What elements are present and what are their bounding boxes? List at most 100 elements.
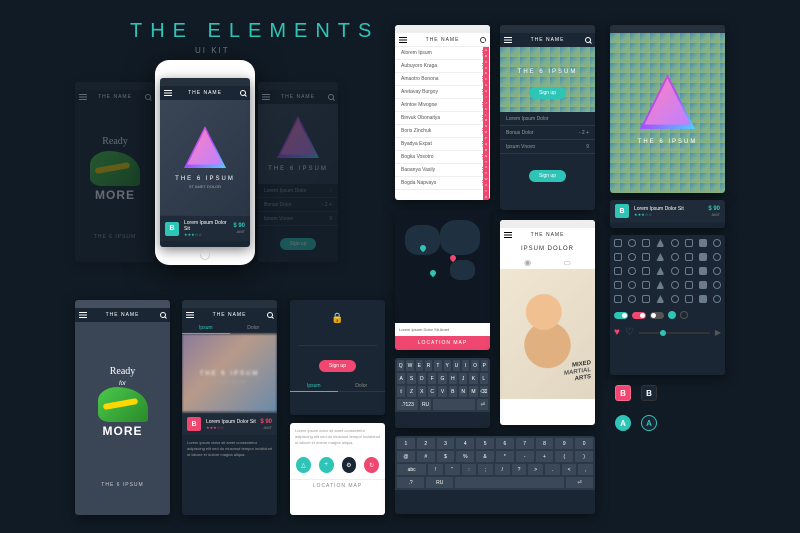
search-icon[interactable] [240, 90, 246, 96]
alpha-index[interactable]: ABCDEFGHIJKLMNOPQRSTUVWXYZ [483, 47, 489, 200]
keyboard-key[interactable]: 2 [417, 438, 435, 449]
play-icon[interactable]: ▶ [715, 328, 721, 337]
keyboard-key[interactable]: J [459, 373, 467, 384]
keyboard-key[interactable]: * [496, 451, 514, 462]
contact-item[interactable]: Baoanya Vasily [395, 164, 490, 177]
form-row[interactable]: Ipsum Vnovo9 [500, 140, 595, 154]
keyboard-key[interactable]: ( [555, 451, 573, 462]
keyboard-key[interactable]: $ [437, 451, 455, 462]
keyboard-key[interactable]: S [407, 373, 415, 384]
keyboard-key[interactable]: T [434, 360, 441, 371]
keyboard-key[interactable]: - [516, 451, 534, 462]
location-map-button[interactable]: LOCATION MAP [395, 336, 490, 350]
contact-item[interactable]: Aubuyoro Kraga [395, 60, 490, 73]
toggle[interactable] [614, 312, 628, 319]
menu-icon[interactable] [186, 312, 194, 318]
keyboard-key[interactable]: .? [397, 477, 424, 488]
keyboard-key[interactable]: 8 [536, 438, 554, 449]
keyboard-key[interactable]: : [462, 464, 477, 475]
keyboard-key[interactable] [455, 477, 564, 488]
keyboard-key[interactable]: # [417, 451, 435, 462]
keyboard-key[interactable]: A [397, 373, 405, 384]
toggle[interactable] [650, 312, 664, 319]
keyboard-key[interactable]: @ [397, 451, 415, 462]
signup-button[interactable]: Sign up [280, 238, 317, 250]
action-dot[interactable]: ⚙ [342, 457, 357, 473]
keyboard-key[interactable]: 1 [397, 438, 415, 449]
keyboard-key[interactable]: % [456, 451, 474, 462]
form-row[interactable]: Lorem Ipsum Dolor› [258, 184, 338, 198]
keyboard-key[interactable]: L [480, 373, 488, 384]
keyboard-key[interactable]: D [418, 373, 426, 384]
map-pin[interactable] [429, 269, 437, 277]
keyboard-key[interactable]: Y [444, 360, 451, 371]
keyboard-key[interactable]: RU [420, 399, 431, 410]
keyboard-key[interactable]: X [418, 386, 426, 397]
keyboard-key[interactable]: P [481, 360, 488, 371]
keyboard-key[interactable]: E [416, 360, 423, 371]
signup-button[interactable]: Sign up [529, 87, 566, 99]
keyboard-key[interactable]: U [453, 360, 460, 371]
keyboard-key[interactable]: < [562, 464, 577, 475]
keyboard-key[interactable]: 9 [555, 438, 573, 449]
keyboard-key[interactable]: 4 [456, 438, 474, 449]
slider[interactable] [639, 332, 710, 334]
contact-item[interactable]: Bogka Vosotro [395, 151, 490, 164]
contact-item[interactable]: Byadya Expat [395, 138, 490, 151]
heart-icon[interactable]: ♡ [625, 327, 634, 338]
keyboard-key[interactable]: & [476, 451, 494, 462]
keyboard-key[interactable]: + [536, 451, 554, 462]
keyboard-key[interactable]: ; [478, 464, 493, 475]
keyboard-key[interactable]: K [469, 373, 477, 384]
keyboard-key[interactable]: Q [397, 360, 404, 371]
tab[interactable]: Dolor [230, 322, 278, 334]
keyboard-key[interactable]: Z [407, 386, 415, 397]
keyboard-key[interactable]: V [438, 386, 446, 397]
keyboard-key[interactable]: I [462, 360, 469, 371]
signup-button[interactable]: Sign up [319, 360, 356, 372]
contact-item[interactable]: Alorem Ipsum [395, 47, 490, 60]
radio-off[interactable] [680, 311, 688, 319]
radio-on[interactable] [668, 311, 676, 319]
keyboard-key[interactable]: , [578, 464, 593, 475]
tab[interactable]: Ipsum [290, 380, 338, 392]
keyboard-key[interactable] [433, 399, 476, 410]
contact-item[interactable]: Bogda Napvays [395, 177, 490, 190]
home-button[interactable] [200, 250, 210, 260]
toggle[interactable] [632, 312, 646, 319]
tab[interactable]: Ipsum [182, 322, 230, 334]
keyboard-key[interactable]: .?123 [397, 399, 418, 410]
keyboard-key[interactable]: M [469, 386, 477, 397]
form-row[interactable]: Lorem Ipsum Dolor [500, 112, 595, 126]
menu-icon[interactable] [504, 232, 512, 238]
camera-icon[interactable]: ◉ [524, 258, 531, 267]
menu-icon[interactable] [262, 94, 270, 100]
action-dot[interactable]: + [319, 457, 334, 473]
menu-icon[interactable] [79, 94, 87, 100]
search-icon[interactable] [585, 37, 591, 43]
search-icon[interactable] [160, 312, 166, 318]
form-row[interactable]: Bonus Dolor- 2 + [258, 198, 338, 212]
menu-icon[interactable] [79, 312, 87, 318]
keyboard-key[interactable]: G [438, 373, 446, 384]
keyboard-key[interactable]: 6 [496, 438, 514, 449]
form-row[interactable]: Ipsum Vnovo9 [258, 212, 338, 226]
keyboard-key[interactable]: ? [512, 464, 527, 475]
keyboard-key[interactable]: ) [575, 451, 593, 462]
menu-icon[interactable] [164, 90, 172, 96]
keyboard-key[interactable]: F [428, 373, 436, 384]
contact-item[interactable]: Arintoe Mivogoe [395, 99, 490, 112]
search-icon[interactable] [145, 94, 151, 100]
keyboard-key[interactable]: " [445, 464, 460, 475]
keyboard-key[interactable]: ⇧ [397, 386, 405, 397]
contact-item[interactable]: Binvuk Obonaitya [395, 112, 490, 125]
action-dot[interactable]: △ [296, 457, 311, 473]
keyboard-key[interactable]: H [449, 373, 457, 384]
contact-item[interactable]: Amaotro Bonona [395, 73, 490, 86]
keyboard-key[interactable]: 5 [476, 438, 494, 449]
keyboard-key[interactable]: . [545, 464, 560, 475]
menu-icon[interactable] [399, 37, 407, 43]
search-icon[interactable] [480, 37, 486, 43]
keyboard-key[interactable]: ⏎ [566, 477, 593, 488]
action-dot[interactable]: ↻ [364, 457, 379, 473]
